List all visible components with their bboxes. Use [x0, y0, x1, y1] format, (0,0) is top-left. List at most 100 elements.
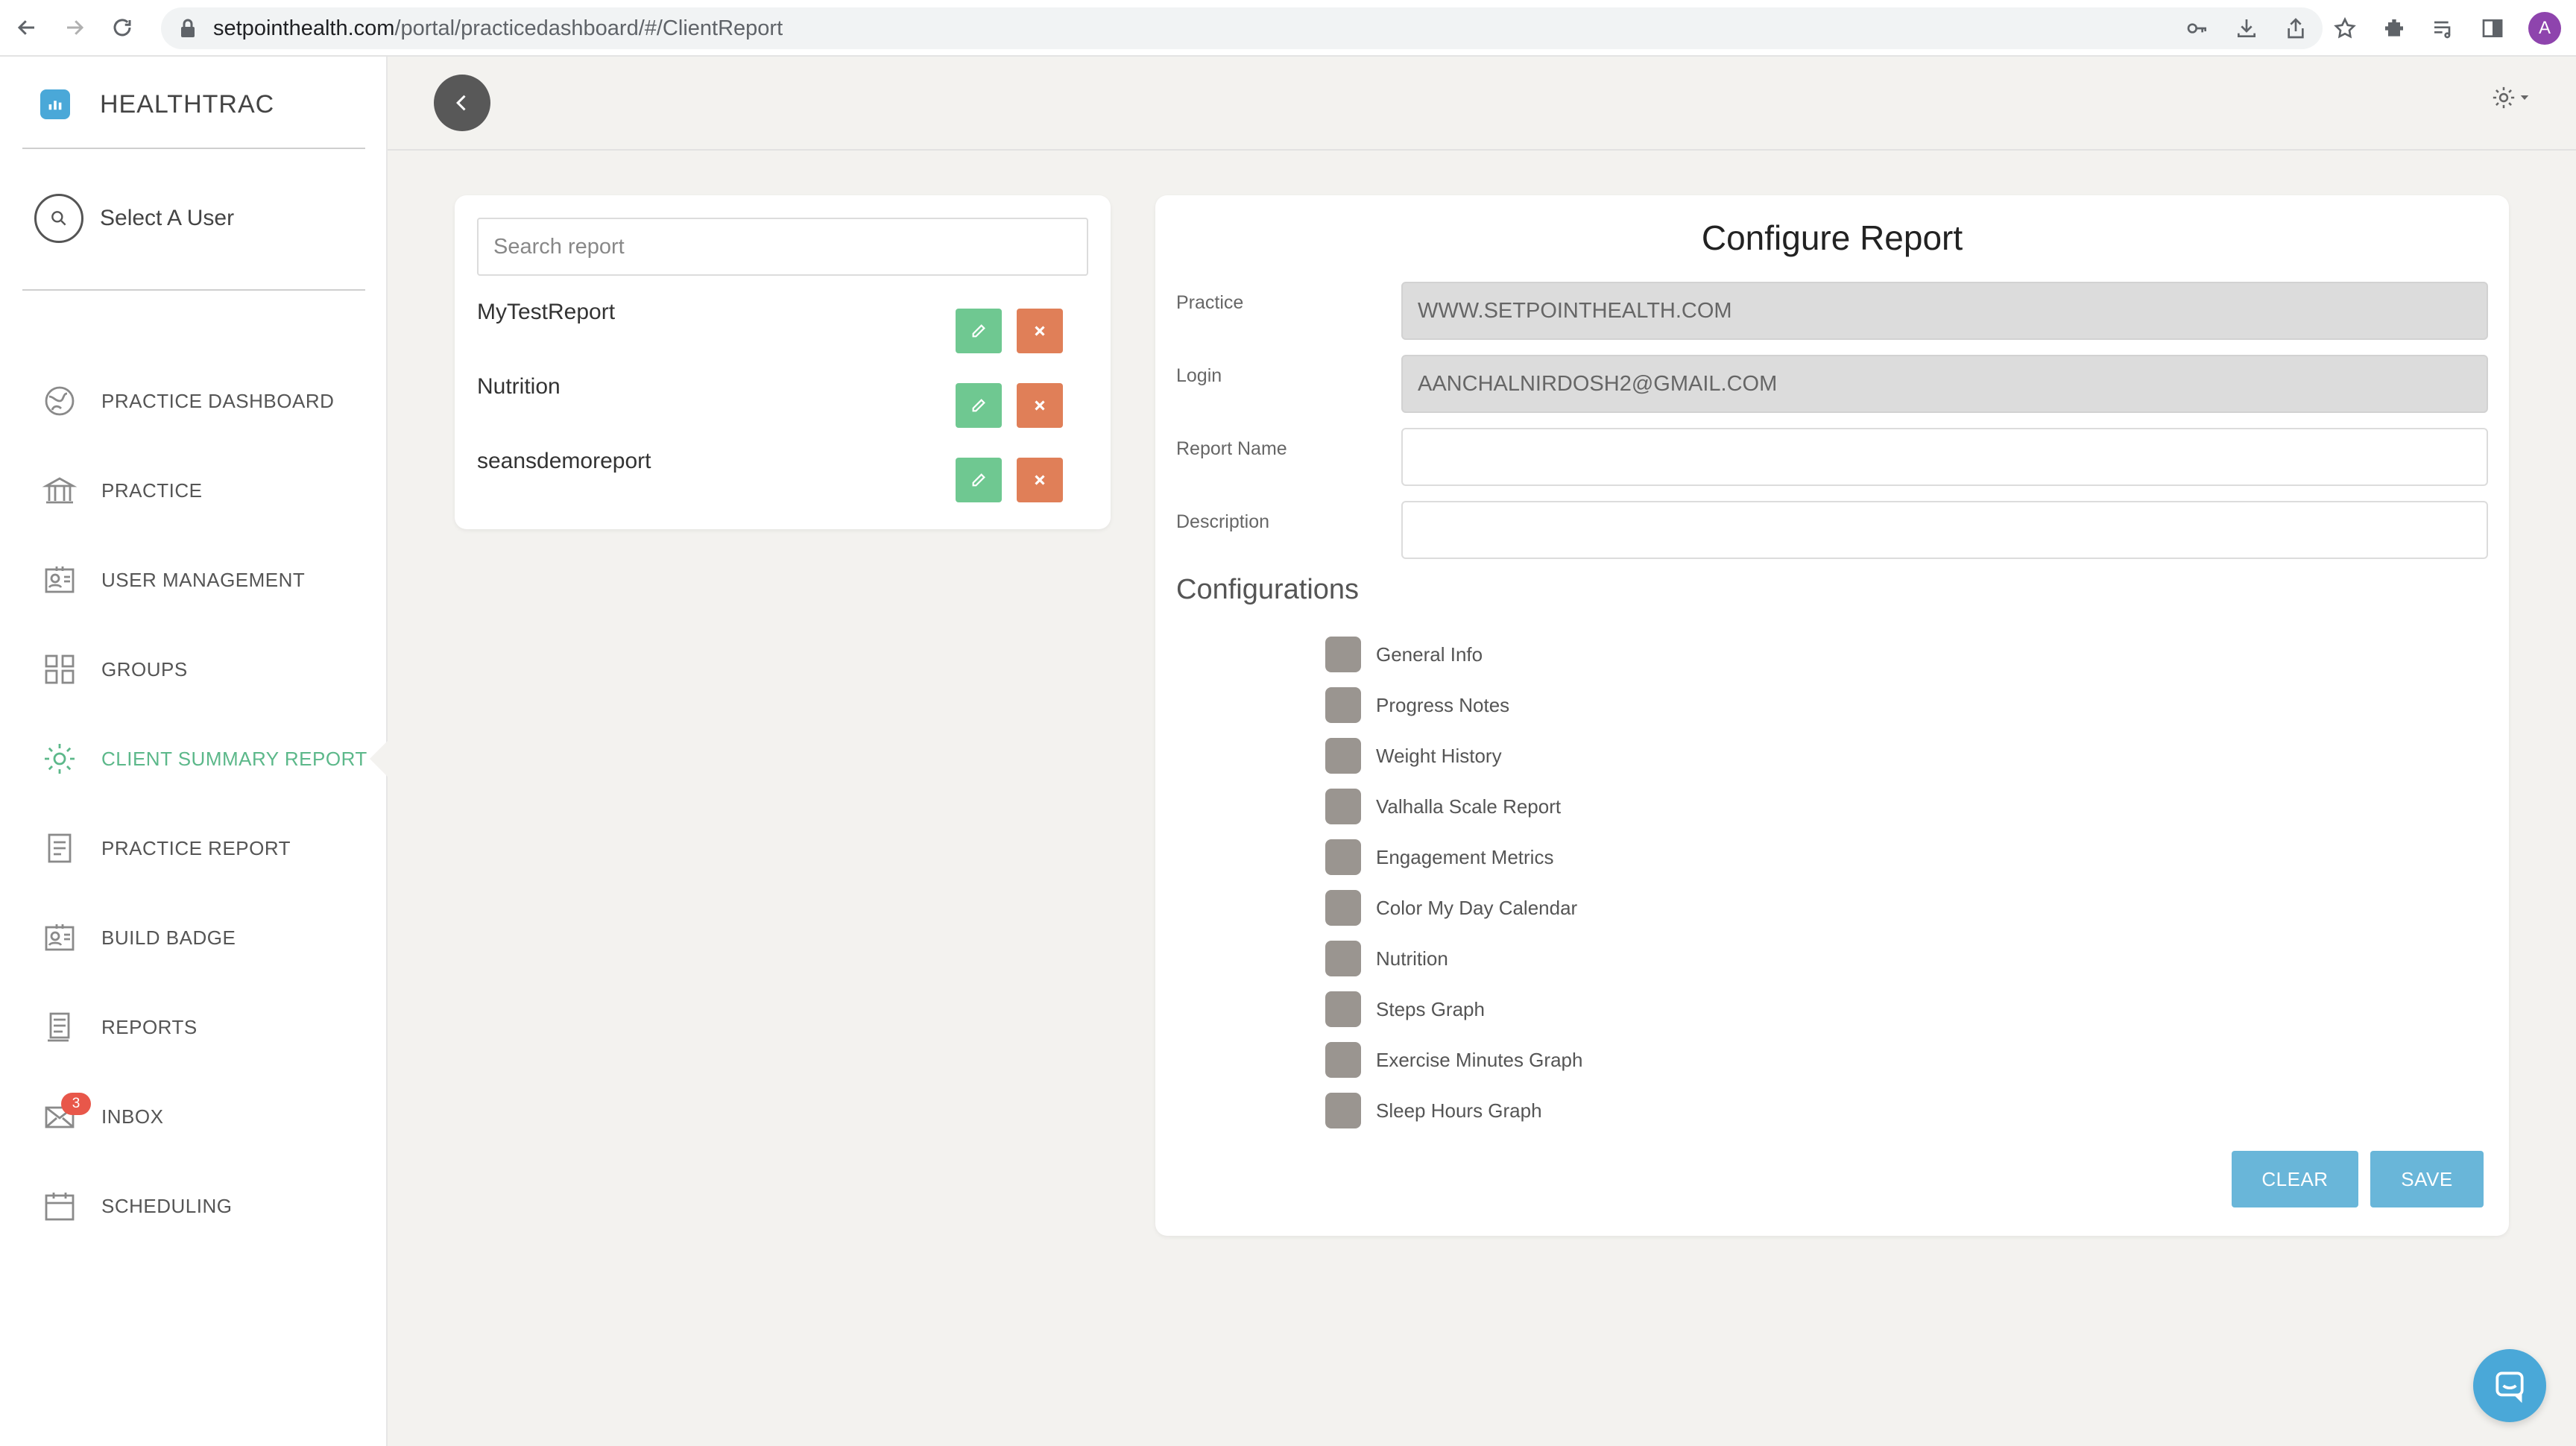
inbox-count-badge: 3 [61, 1093, 91, 1115]
address-bar[interactable]: setpointhealth.com/portal/practicedashbo… [161, 7, 2323, 49]
sidebar-item-label: REPORTS [101, 1015, 198, 1038]
checkbox[interactable] [1325, 687, 1361, 723]
save-button[interactable]: SAVE [2370, 1151, 2484, 1207]
gear-icon [40, 739, 79, 778]
back-button[interactable] [434, 75, 490, 131]
edit-icon [972, 473, 985, 487]
delete-report-button[interactable] [1017, 383, 1063, 428]
edit-report-button[interactable] [956, 309, 1002, 353]
id-card-icon [40, 561, 79, 599]
search-report-input[interactable] [477, 218, 1088, 276]
report-row[interactable]: MyTestReport [477, 294, 1096, 353]
brand-logo-icon [40, 89, 70, 119]
report-name-input[interactable] [1401, 428, 2488, 486]
sidebar-item-label: SCHEDULING [101, 1194, 233, 1217]
chat-widget-button[interactable] [2473, 1349, 2546, 1422]
option-label: Exercise Minutes Graph [1376, 1048, 1583, 1071]
sidebar-item-label: INBOX [101, 1105, 164, 1128]
sidebar-item-client-summary-report[interactable]: CLIENT SUMMARY REPORT [0, 714, 389, 803]
install-icon[interactable] [2233, 15, 2260, 42]
report-name-label: Report Name [1176, 438, 1287, 459]
delete-report-button[interactable] [1017, 458, 1063, 502]
share-icon[interactable] [2282, 15, 2309, 42]
bookmark-star-icon[interactable] [2332, 15, 2358, 42]
close-icon [1035, 475, 1045, 485]
edit-icon [972, 324, 985, 338]
sidebar-item-practice[interactable]: PRACTICE [0, 446, 388, 535]
browser-toolbar: setpointhealth.com/portal/practicedashbo… [0, 0, 2576, 57]
sidebar-item-label: PRACTICE [101, 479, 203, 502]
reload-icon[interactable] [101, 7, 143, 48]
description-input[interactable] [1401, 501, 2488, 559]
description-row: Description [1176, 501, 2488, 559]
option-steps-graph[interactable]: Steps Graph [1325, 984, 1582, 1035]
search-icon [34, 194, 83, 243]
report-name: seansdemoreport [477, 449, 651, 473]
edit-report-button[interactable] [956, 383, 1002, 428]
option-progress-notes[interactable]: Progress Notes [1325, 680, 1582, 730]
report-row[interactable]: Nutrition [477, 368, 1096, 428]
configure-report-card: Configure Report Practice WWW.SETPOINTHE… [1155, 195, 2509, 1236]
edit-icon [972, 399, 985, 412]
option-valhalla-scale-report[interactable]: Valhalla Scale Report [1325, 781, 1582, 832]
profile-avatar[interactable]: A [2528, 12, 2561, 45]
brand[interactable]: HEALTHTRAC [40, 89, 274, 119]
clear-button[interactable]: CLEAR [2232, 1151, 2358, 1207]
option-engagement-metrics[interactable]: Engagement Metrics [1325, 832, 1582, 883]
select-user-button[interactable]: Select A User [34, 194, 234, 243]
option-label: Sleep Hours Graph [1376, 1099, 1542, 1122]
option-label: Steps Graph [1376, 997, 1485, 1020]
option-color-my-day-calendar[interactable]: Color My Day Calendar [1325, 883, 1582, 933]
sidebar-item-groups[interactable]: GROUPS [0, 625, 388, 714]
calendar-icon [40, 1187, 79, 1225]
sidebar-item-inbox[interactable]: 3 INBOX [0, 1072, 388, 1161]
sidebar-item-practice-dashboard[interactable]: PRACTICE DASHBOARD [0, 356, 388, 446]
extensions-icon[interactable] [2381, 15, 2408, 42]
option-weight-history[interactable]: Weight History [1325, 730, 1582, 781]
sidebar-item-scheduling[interactable]: SCHEDULING [0, 1161, 388, 1251]
option-exercise-minutes-graph[interactable]: Exercise Minutes Graph [1325, 1035, 1582, 1085]
checkbox[interactable] [1325, 738, 1361, 774]
option-label: Engagement Metrics [1376, 845, 1554, 868]
checkbox[interactable] [1325, 991, 1361, 1027]
checkbox[interactable] [1325, 890, 1361, 926]
practice-label: Practice [1176, 292, 1244, 313]
edit-report-button[interactable] [956, 458, 1002, 502]
option-label: General Info [1376, 643, 1483, 666]
page-title: Configure Report [1701, 218, 1963, 257]
settings-dropdown[interactable] [2491, 85, 2531, 110]
report-row[interactable]: seansdemoreport [477, 443, 1096, 502]
select-user-label: Select A User [100, 206, 235, 230]
checkbox[interactable] [1325, 941, 1361, 976]
option-label: Weight History [1376, 744, 1502, 767]
checkbox[interactable] [1325, 1093, 1361, 1128]
media-icon[interactable] [2430, 15, 2457, 42]
side-panel-icon[interactable] [2479, 15, 2506, 42]
option-label: Valhalla Scale Report [1376, 795, 1562, 818]
report-name: MyTestReport [477, 300, 616, 324]
sidebar-item-reports[interactable]: REPORTS [0, 982, 388, 1072]
key-icon[interactable] [2184, 15, 2211, 42]
grid-icon [40, 650, 79, 689]
url-host: setpointhealth.com [213, 16, 395, 40]
checkbox[interactable] [1325, 839, 1361, 875]
sidebar-item-build-badge[interactable]: BUILD BADGE [0, 893, 388, 982]
divider [22, 148, 365, 149]
sidebar-item-practice-report[interactable]: PRACTICE REPORT [0, 803, 388, 893]
option-nutrition[interactable]: Nutrition [1325, 933, 1582, 984]
dashboard-icon [40, 382, 79, 420]
login-row: Login AANCHALNIRDOSH2@GMAIL.COM [1176, 355, 2488, 413]
report-list-card: MyTestReport Nutrition seansdemoreport [455, 195, 1111, 529]
checkbox[interactable] [1325, 637, 1361, 672]
option-general-info[interactable]: General Info [1325, 629, 1582, 680]
checkbox[interactable] [1325, 789, 1361, 824]
sidebar-item-user-management[interactable]: USER MANAGEMENT [0, 535, 388, 625]
option-sleep-hours-graph[interactable]: Sleep Hours Graph [1325, 1085, 1582, 1136]
sidebar: HEALTHTRAC Select A User PRACTICE DASHBO… [0, 57, 389, 1446]
back-arrow-icon[interactable] [6, 7, 48, 48]
url-path: /portal/practicedashboard/#/ClientReport [394, 16, 783, 40]
checkbox[interactable] [1325, 1042, 1361, 1078]
forward-arrow-icon[interactable] [54, 7, 95, 48]
practice-field: WWW.SETPOINTHEALTH.COM [1401, 282, 2488, 340]
delete-report-button[interactable] [1017, 309, 1063, 353]
